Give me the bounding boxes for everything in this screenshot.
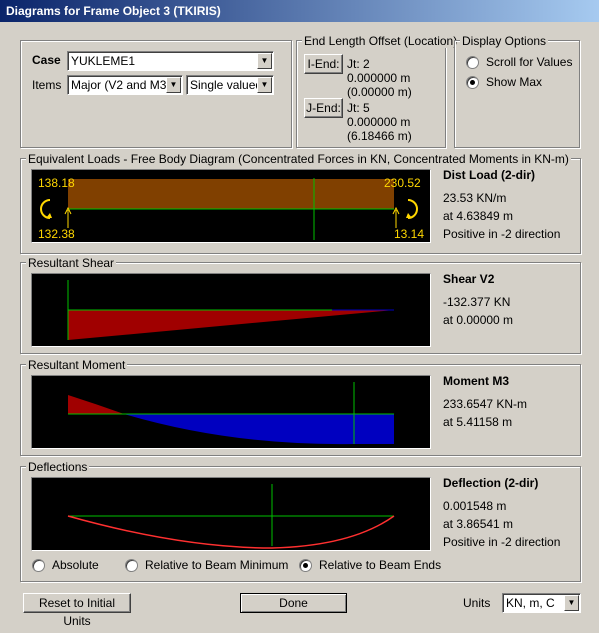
deflection-info-line: 0.001548 m [443, 499, 507, 513]
case-label: Case [32, 53, 61, 67]
shear-diagram [31, 273, 431, 347]
relative-ends-label: Relative to Beam Ends [319, 558, 442, 572]
done-button[interactable]: Done [240, 593, 347, 613]
items-label: Items [32, 78, 62, 92]
shear-title: Resultant Shear [26, 256, 117, 270]
show-max-label: Show Max [486, 75, 543, 89]
right-bottom-value: 13.14 [394, 227, 425, 241]
j-end-button[interactable]: J-End: [304, 98, 343, 118]
i-end-button[interactable]: I-End: [304, 54, 343, 74]
units-label: Units [463, 596, 491, 610]
left-top-value: 138.18 [38, 176, 75, 190]
chevron-down-icon[interactable]: ▼ [257, 77, 272, 93]
deflection-info-line: Positive in -2 direction [443, 535, 561, 549]
deflection-title: Deflections [26, 460, 90, 474]
window-title: Diagrams for Frame Object 3 (TKIRIS) [0, 0, 599, 22]
moment-negative-area [68, 395, 124, 414]
right-top-value: 230.52 [384, 176, 421, 190]
shear-info: Shear V2 -132.377 KN at 0.00000 m [443, 270, 513, 329]
absolute-label: Absolute [52, 558, 99, 572]
fbd-info: Dist Load (2-dir) 23.53 KN/m at 4.63849 … [443, 166, 560, 243]
deflection-info: Deflection (2-dir) 0.001548 m at 3.86541… [443, 474, 560, 551]
moment-diagram [31, 375, 431, 449]
scroll-values-radio[interactable] [466, 56, 479, 69]
chevron-down-icon[interactable]: ▼ [166, 77, 181, 93]
chevron-down-icon[interactable]: ▼ [257, 53, 272, 69]
left-bottom-value: 132.38 [38, 227, 75, 241]
j-end-location: (6.18466 m) [347, 129, 412, 143]
display-options-title: Display Options [460, 34, 549, 48]
chevron-down-icon[interactable]: ▼ [564, 595, 579, 611]
units-value: KN, m, C [506, 596, 555, 610]
i-end-offset: 0.000000 m [347, 71, 411, 85]
shear-info-line: -132.377 KN [443, 295, 511, 309]
deflection-diagram [31, 477, 431, 551]
case-value: YUKLEME1 [71, 54, 136, 68]
shear-area [68, 310, 394, 340]
shear-info-line: at 0.00000 m [443, 313, 514, 327]
deflection-info-title: Deflection (2-dir) [443, 476, 539, 490]
moment-info: Moment M3 233.6547 KN-m at 5.41158 m [443, 372, 527, 431]
deflection-info-line: at 3.86541 m [443, 517, 514, 531]
moment-title: Resultant Moment [26, 358, 128, 372]
fbd-info-line: Positive in -2 direction [443, 227, 561, 241]
case-select[interactable]: YUKLEME1 ▼ [67, 51, 274, 71]
mode-select[interactable]: Single valued ▼ [186, 75, 274, 95]
fbd-diagram: 138.18 132.38 230.52 13.14 [31, 169, 431, 243]
relative-min-radio[interactable] [125, 559, 138, 572]
units-select[interactable]: KN, m, C ▼ [502, 593, 581, 613]
fbd-title: Equivalent Loads - Free Body Diagram (Co… [26, 152, 571, 166]
deflection-curve [67, 515, 395, 549]
end-offset-title: End Length Offset (Location) [302, 34, 460, 48]
items-select[interactable]: Major (V2 and M3) ▼ [67, 75, 183, 95]
mode-value: Single valued [190, 78, 263, 92]
moment-info-line: 233.6547 KN-m [443, 397, 528, 411]
fbd-info-line: at 4.63849 m [443, 209, 514, 223]
moment-info-line: at 5.41158 m [443, 415, 513, 429]
j-end-offset: 0.000000 m [347, 115, 411, 129]
i-end-location: (0.00000 m) [347, 85, 412, 99]
relative-min-label: Relative to Beam Minimum [145, 558, 289, 572]
fbd-info-title: Dist Load (2-dir) [443, 168, 535, 182]
j-end-jt: Jt: 5 [347, 101, 370, 115]
items-value: Major (V2 and M3) [71, 78, 171, 92]
absolute-radio[interactable] [32, 559, 45, 572]
reset-units-button[interactable]: Reset to Initial Units [23, 593, 131, 628]
i-end-jt: Jt: 2 [347, 57, 370, 71]
show-max-radio[interactable] [466, 76, 479, 89]
relative-ends-radio[interactable] [299, 559, 312, 572]
shear-info-title: Shear V2 [443, 272, 495, 286]
fbd-info-line: 23.53 KN/m [443, 191, 507, 205]
scroll-values-label: Scroll for Values [486, 55, 573, 69]
dist-load-area [68, 179, 394, 209]
moment-info-title: Moment M3 [443, 374, 509, 388]
